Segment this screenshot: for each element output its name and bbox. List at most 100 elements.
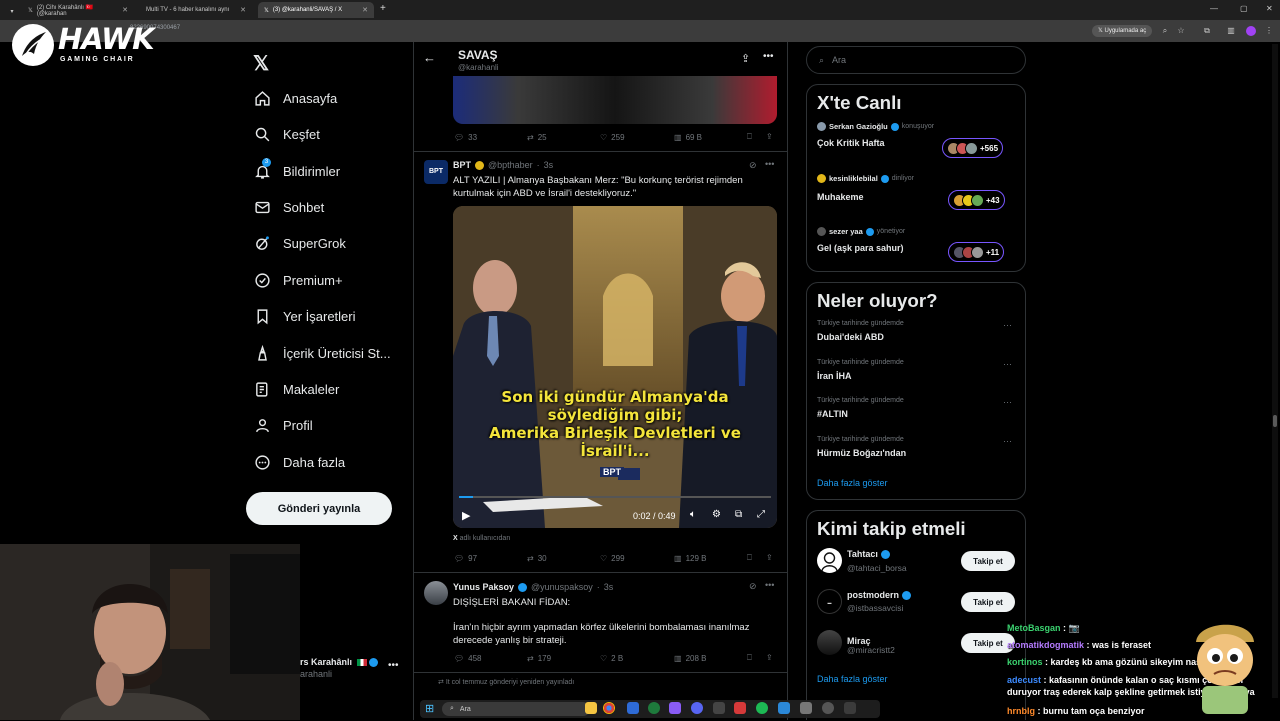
trends-show-more-link[interactable]: Daha fazla göster — [817, 478, 888, 488]
views-button[interactable]: ▥ 69 B — [674, 133, 702, 142]
star-icon[interactable]: ☆ — [1174, 24, 1188, 38]
account-more-icon[interactable]: ••• — [388, 660, 399, 671]
live-space-topic[interactable]: Muhakeme — [817, 192, 864, 202]
file-explorer-icon[interactable] — [585, 702, 597, 714]
fullscreen-icon[interactable]: ⤢ — [757, 509, 765, 520]
grok-icon[interactable]: ⊘ — [749, 581, 757, 592]
post-button[interactable]: Gönderi yayınla — [246, 492, 392, 525]
sidebar-item-notifications[interactable]: 3 Bildirimler — [253, 158, 340, 183]
app-icon[interactable] — [822, 702, 834, 714]
trend-more-icon[interactable]: ··· — [1003, 320, 1012, 330]
tweet-author[interactable]: BPT @bpthaber · 3s — [453, 160, 553, 170]
account-name[interactable]: rs Karahânlı — [300, 657, 379, 668]
bookmark-button[interactable]: ⎕ — [747, 132, 752, 142]
browser-menu-icon[interactable]: ⋮ — [1262, 24, 1276, 38]
live-space-host[interactable]: sezer yaa yönetiyor — [817, 227, 905, 236]
trend-more-icon[interactable]: ··· — [1003, 359, 1012, 369]
follow-suggestion-name[interactable]: Tahtacı — [847, 549, 890, 559]
new-tab-icon[interactable]: + — [380, 3, 386, 14]
sidebar-item-home[interactable]: Anasayfa — [253, 86, 337, 110]
tweet-more-icon[interactable]: ••• — [765, 159, 774, 169]
bookmark-button[interactable]: ⎕ — [747, 653, 752, 663]
app-icon[interactable] — [669, 702, 681, 714]
app-icon[interactable] — [713, 702, 725, 714]
follow-button[interactable]: Takip et — [961, 551, 1015, 571]
live-listeners-pill[interactable]: +565 — [942, 138, 1004, 158]
sidebar-icon[interactable]: ▥ — [1224, 24, 1238, 38]
live-listeners-pill[interactable]: +43 — [948, 190, 1005, 210]
follow-button[interactable]: Takip et — [961, 592, 1015, 612]
tweet-author[interactable]: Yunus Paksoy @yunuspaksoy · 3s — [453, 582, 613, 592]
video-source[interactable]: X adlı kullanıcıdan — [453, 535, 510, 542]
previous-tweet-image[interactable] — [453, 76, 777, 124]
avatar[interactable]: ▬ — [817, 589, 842, 614]
retweet-button[interactable]: ⇄ 179 — [527, 654, 551, 663]
settings-gear-icon[interactable]: ⚙ — [712, 509, 721, 520]
live-space-topic[interactable]: Gel (aşk para sahur) — [817, 243, 904, 253]
header-more-icon[interactable]: ••• — [763, 51, 774, 62]
trend-topic[interactable]: Hürmüz Boğazı'ndan — [817, 448, 906, 458]
tweet-time[interactable]: 3s — [604, 582, 614, 592]
app-icon[interactable] — [778, 702, 790, 714]
spotify-icon[interactable] — [756, 702, 768, 714]
reply-button[interactable]: 💬︎ 97 — [454, 554, 477, 563]
views-button[interactable]: ▥ 208 B — [674, 654, 706, 663]
sidebar-item-explore[interactable]: Keşfet — [253, 122, 320, 146]
open-in-app-chip[interactable]: 𝕏 Uygulamada aç — [1092, 25, 1153, 37]
sidebar-item-premium[interactable]: Premium+ — [253, 268, 343, 292]
app-icon[interactable] — [627, 702, 639, 714]
windows-start-icon[interactable]: ⊞ — [425, 702, 434, 715]
back-arrow-icon[interactable]: ← — [423, 50, 436, 65]
views-button[interactable]: ▥ 129 B — [674, 554, 706, 563]
trend-topic[interactable]: İran İHA — [817, 371, 852, 381]
avatar[interactable] — [817, 548, 842, 573]
like-button[interactable]: ♡ 299 — [600, 554, 625, 563]
taskbar-search-input[interactable]: ⌕ Ara — [442, 702, 590, 716]
sidebar-item-more[interactable]: Daha fazla — [253, 450, 345, 474]
sidebar-item-bookmarks[interactable]: Yer İşaretleri — [253, 304, 356, 328]
retweet-note[interactable]: ⇄ It col temmuz gönderiyi yeniden yayınl… — [438, 678, 574, 686]
like-button[interactable]: ♡ 259 — [600, 133, 625, 142]
browser-tab-2[interactable]: Multi TV - 6 haber kanalını aynı ✕ — [140, 2, 252, 18]
minimize-icon[interactable]: — — [1210, 4, 1218, 13]
avatar[interactable] — [817, 630, 842, 655]
avatar[interactable] — [424, 581, 448, 605]
live-listeners-pill[interactable]: +11 — [948, 242, 1005, 262]
close-window-icon[interactable]: ✕ — [1266, 4, 1273, 13]
retweet-button[interactable]: ⇄ 30 — [527, 554, 547, 563]
extensions-icon[interactable]: ⧉ — [1200, 24, 1214, 38]
pip-icon[interactable]: ⧉ — [735, 509, 742, 520]
live-space-host[interactable]: kesinliklebilal dinliyor — [817, 174, 914, 183]
volume-icon[interactable]: 🔈︎ — [690, 509, 696, 520]
scrollbar-thumb[interactable] — [1273, 415, 1277, 427]
app-icon[interactable] — [734, 702, 746, 714]
share-button[interactable]: ⇪ — [766, 653, 773, 662]
close-tab-icon[interactable]: ✕ — [240, 6, 246, 14]
reply-button[interactable]: 💬︎ 33 — [454, 133, 477, 142]
scrollbar[interactable] — [1272, 44, 1278, 698]
trend-topic[interactable]: Dubai'deki ABD — [817, 332, 884, 342]
trend-more-icon[interactable]: ··· — [1003, 436, 1012, 446]
avatar[interactable]: BPT — [424, 160, 448, 184]
close-tab-icon[interactable]: ✕ — [122, 6, 128, 14]
follow-suggestion-name[interactable]: postmodern — [847, 590, 912, 600]
trend-more-icon[interactable]: ··· — [1003, 397, 1012, 407]
browser-tab-1[interactable]: 𝕏 (2) Cihı Karahânlı 🇹🇷 (@karahan ✕ — [22, 2, 134, 18]
app-icon[interactable] — [648, 702, 660, 714]
sidebar-item-creator-studio[interactable]: İçerik Üreticisi St... — [253, 341, 391, 365]
grok-icon[interactable]: ⊘ — [749, 160, 757, 171]
play-icon[interactable]: ▶ — [462, 509, 470, 522]
share-button[interactable]: ⇪ — [766, 553, 773, 562]
maximize-icon[interactable]: ▢ — [1240, 4, 1248, 13]
sidebar-item-chat[interactable]: Sohbet — [253, 195, 324, 219]
chrome-icon[interactable] — [603, 702, 615, 714]
tweet-time[interactable]: 3s — [544, 160, 554, 170]
search-input[interactable]: ⌕ Ara — [806, 46, 1026, 74]
tweet-video[interactable] — [453, 206, 777, 528]
app-icon[interactable] — [844, 702, 856, 714]
bookmark-button[interactable]: ⎕ — [747, 553, 752, 563]
sidebar-item-supergrok[interactable]: SuperGrok — [253, 231, 346, 255]
discord-icon[interactable] — [691, 702, 703, 714]
zoom-icon[interactable]: ⌕ — [1158, 24, 1172, 38]
trend-topic[interactable]: #ALTIN — [817, 409, 848, 419]
